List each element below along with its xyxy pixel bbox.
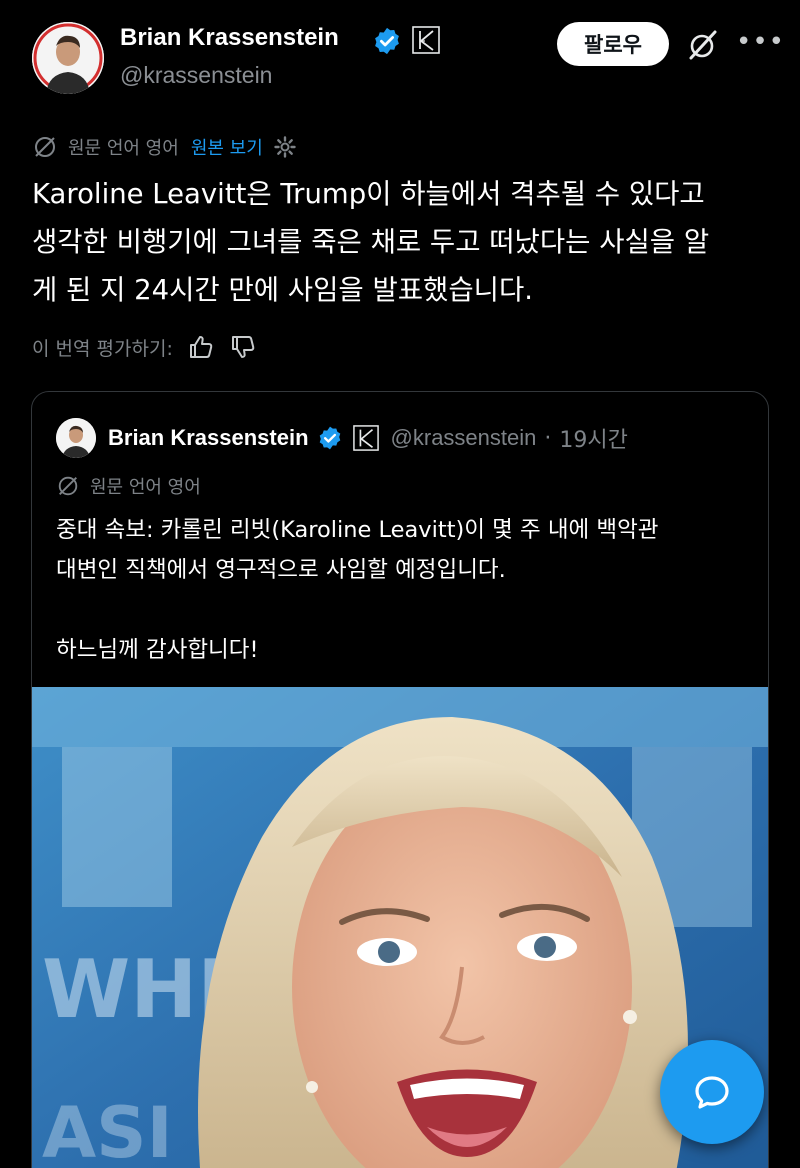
quoted-text-line: 중대 속보: 카롤린 리빗(Karoline Leavitt)이 몇 주 내에 … [56,517,659,543]
post-text-line: 생각한 비행기에 그녀를 죽은 채로 두고 떠났다는 사실을 알 [32,226,710,258]
post-text-line: 게 된 지 24시간 만에 사임을 발표했습니다. [32,274,533,306]
translation-bar: 원문 언어 영어 원본 보기 [32,130,297,164]
verified-badge-icon [319,426,340,450]
quoted-post-time[interactable]: 19시간 [559,422,627,454]
show-original-link[interactable]: 원본 보기 [191,134,263,160]
translate-globe-icon [35,137,55,157]
rate-translation-label: 이 번역 평가하기: [32,337,173,360]
svg-text:ASI: ASI [42,1092,173,1168]
svg-text:WHI: WHI [42,943,227,1036]
quoted-post-photo[interactable]: WHI ASI [32,687,768,1168]
quoted-post-text: 중대 속보: 카롤린 리빗(Karoline Leavitt)이 몇 주 내에 … [56,510,746,670]
quoted-text-line: 대변인 직책에서 영구적으로 사임할 예정입니다. [56,557,506,583]
thumbs-up-icon[interactable] [187,333,215,361]
author-handle[interactable]: @krassenstein [120,62,272,89]
author-name[interactable]: Brian Krassenstein [120,24,339,52]
separator-dot: · [544,425,552,451]
source-language-label: 원문 언어 영어 [68,138,179,159]
grok-icon[interactable] [686,28,720,62]
quoted-source-language-label: 원문 언어 영어 [90,477,201,498]
quoted-author-name[interactable]: Brian Krassenstein [108,425,309,451]
k-affiliate-icon [352,425,379,451]
post-header: Brian Krassenstein @krassenstein 팔로우 ••• [0,0,800,110]
chat-bubble-icon [695,1076,729,1109]
quoted-post-header: Brian Krassenstein @krassenstein · 19시간 [56,416,628,460]
quoted-translation-bar: 원문 언어 영어 [56,470,201,502]
follow-button[interactable]: 팔로우 [557,22,669,66]
quoted-author-avatar[interactable] [56,418,96,458]
k-affiliate-icon [412,26,440,54]
verified-badge-icon [375,27,399,55]
quoted-author-handle[interactable]: @krassenstein [391,425,537,451]
author-avatar[interactable] [32,22,104,94]
thumbs-down-icon[interactable] [229,333,257,361]
translate-globe-icon [58,476,78,496]
compose-reply-button[interactable] [660,1040,764,1144]
quoted-text-closing: 하느님께 감사합니다! [56,637,259,663]
more-options-icon[interactable]: ••• [736,29,784,56]
gear-icon[interactable] [273,135,297,159]
quoted-post[interactable]: Brian Krassenstein @krassenstein · 19시간 … [31,391,769,1168]
rate-translation: 이 번역 평가하기: [32,330,257,364]
post-text: Karoline Leavitt은 Trump이 하늘에서 격추될 수 있다고 … [32,170,772,314]
post-text-line: Karoline Leavitt은 Trump이 하늘에서 격추될 수 있다고 [32,178,705,210]
